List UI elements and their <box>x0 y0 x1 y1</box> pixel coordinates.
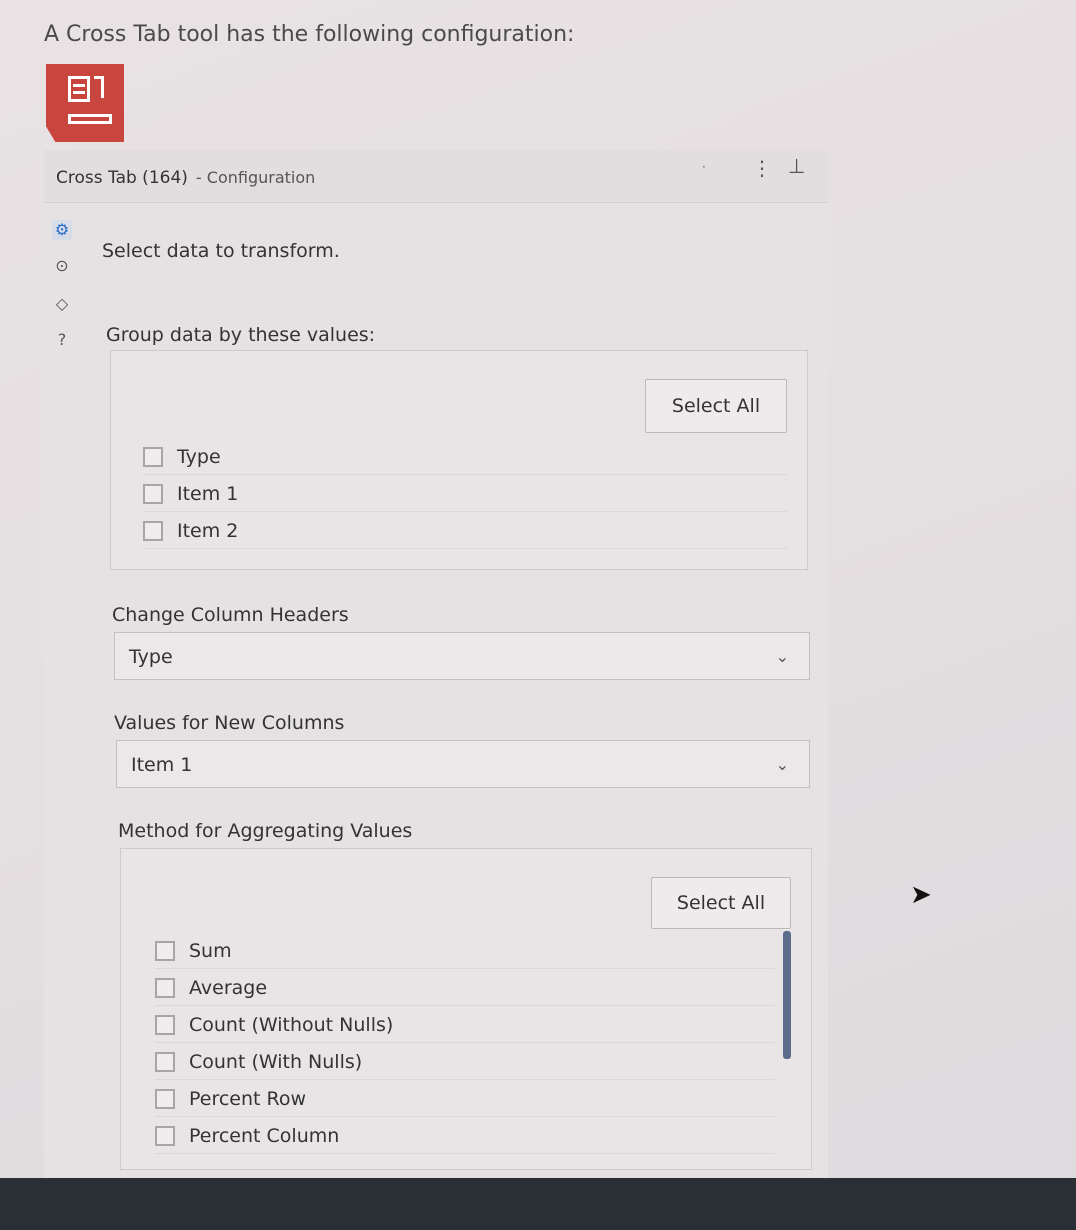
group-by-label: Group data by these values: <box>106 324 376 346</box>
checkbox-row[interactable]: Sum <box>155 933 775 969</box>
checkbox[interactable] <box>155 1125 175 1146</box>
checkbox-label: Percent Row <box>189 1087 307 1110</box>
checkbox[interactable] <box>155 977 175 998</box>
checkbox-label: Sum <box>189 939 232 962</box>
chevron-down-icon: ⌄ <box>775 755 789 774</box>
checkbox[interactable] <box>155 1051 175 1072</box>
checkbox-row[interactable]: Average <box>155 970 775 1006</box>
header-dot: · <box>702 160 706 174</box>
checkbox-label: Item 1 <box>177 482 239 505</box>
new-columns-select[interactable]: Item 1 ⌄ <box>116 740 810 788</box>
configuration-panel: Cross Tab (164) - Configuration · ⋮ ⊥ ⚙ ⊙… <box>44 150 828 1180</box>
group-select-all-button[interactable]: Select All <box>645 379 787 433</box>
panel-title-sub: - Configuration <box>195 168 316 187</box>
scrollbar-thumb[interactable] <box>783 931 791 1059</box>
aggregation-list: Select All Sum Average Count (Without Null… <box>120 848 812 1170</box>
gear-icon[interactable]: ⚙ <box>52 220 72 240</box>
checkbox-row[interactable]: Type <box>143 439 787 475</box>
question-text: A Cross Tab tool has the following confi… <box>44 22 575 47</box>
checkbox-label: Percent Column <box>189 1124 340 1147</box>
checkbox-label: Count (Without Nulls) <box>189 1013 394 1036</box>
help-icon[interactable]: ? <box>52 330 72 350</box>
cross-tab-icon[interactable] <box>46 64 124 142</box>
arrow-circle-icon[interactable]: ⊙ <box>52 256 72 276</box>
checkbox[interactable] <box>155 940 175 961</box>
new-columns-value: Item 1 <box>131 754 193 776</box>
checkbox[interactable] <box>155 1014 175 1035</box>
checkbox-row[interactable]: Percent Column <box>155 1118 775 1154</box>
checkbox-label: Average <box>189 976 268 999</box>
pin-icon[interactable]: ⊥ <box>788 154 805 178</box>
aggregation-label: Method for Aggregating Values <box>118 820 413 842</box>
panel-header: Cross Tab (164) - Configuration · ⋮ ⊥ <box>44 150 828 203</box>
checkbox-label: Item 2 <box>177 519 239 542</box>
column-headers-value: Type <box>129 646 173 668</box>
checkbox-row[interactable]: Count (Without Nulls) <box>155 1007 775 1043</box>
panel-title: Cross Tab (164) - Configuration <box>56 168 315 188</box>
checkbox-label: Count (With Nulls) <box>189 1050 363 1073</box>
checkbox[interactable] <box>143 446 163 467</box>
checkbox[interactable] <box>143 483 163 504</box>
checkbox-label: Type <box>177 445 221 468</box>
taskbar <box>0 1178 1076 1230</box>
panel-title-tool: Cross Tab (164) <box>56 168 188 188</box>
checkbox[interactable] <box>143 520 163 541</box>
intro-text: Select data to transform. <box>102 240 340 262</box>
tag-icon[interactable]: ◇ <box>52 294 72 314</box>
mouse-cursor-icon: ➤ <box>910 880 932 910</box>
checkbox-row[interactable]: Item 2 <box>143 513 787 549</box>
column-headers-label: Change Column Headers <box>112 604 349 626</box>
checkbox[interactable] <box>155 1088 175 1109</box>
chevron-down-icon: ⌄ <box>775 647 789 666</box>
new-columns-label: Values for New Columns <box>114 712 345 734</box>
checkbox-row[interactable]: Item 1 <box>143 476 787 512</box>
checkbox-row[interactable]: Count (With Nulls) <box>155 1044 775 1080</box>
column-headers-select[interactable]: Type ⌄ <box>114 632 810 680</box>
group-by-list: Select All Type Item 1 Item 2 <box>110 350 808 570</box>
aggregation-select-all-button[interactable]: Select All <box>651 877 791 929</box>
overflow-menu-icon[interactable]: ⋮ <box>752 156 772 180</box>
checkbox-row[interactable]: Percent Row <box>155 1081 775 1117</box>
